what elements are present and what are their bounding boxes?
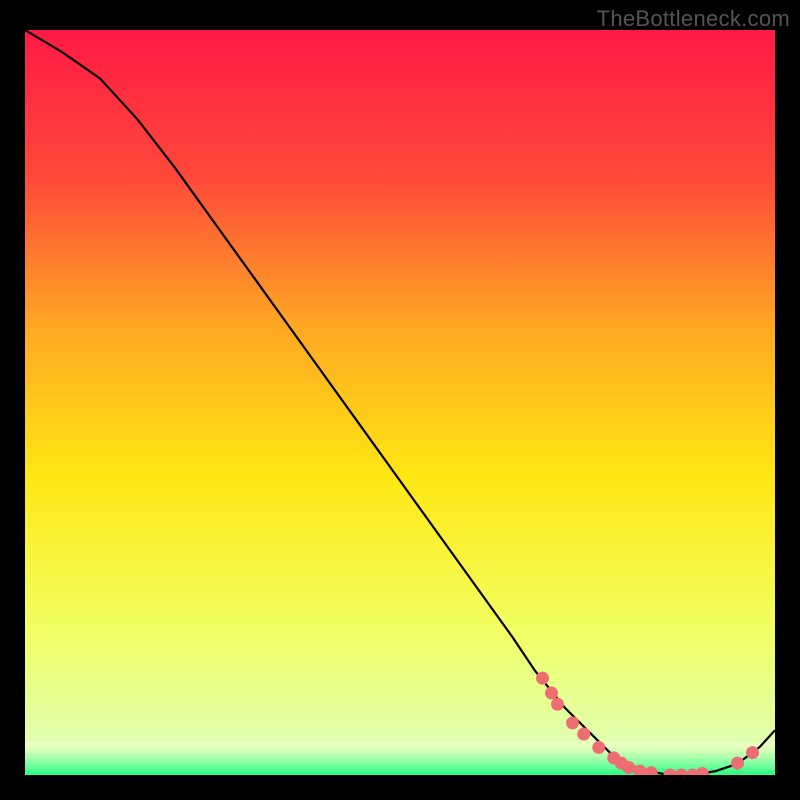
data-point: [551, 698, 564, 711]
data-point: [536, 672, 549, 685]
chart-stage: TheBottleneck.com: [0, 0, 800, 800]
chart-svg: [25, 30, 775, 775]
watermark-text: TheBottleneck.com: [597, 6, 790, 32]
gradient-background: [25, 30, 775, 775]
data-point: [566, 716, 579, 729]
data-point: [731, 757, 744, 770]
data-point: [622, 761, 635, 774]
data-point: [545, 687, 558, 700]
bottom-streaks: [25, 742, 775, 776]
data-point: [746, 746, 759, 759]
plot-area: [25, 30, 775, 775]
data-point: [577, 728, 590, 741]
data-point: [592, 741, 605, 754]
